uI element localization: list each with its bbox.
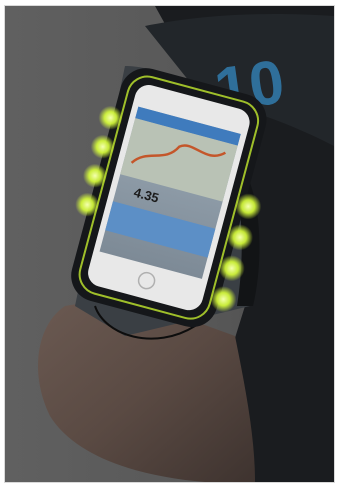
armband-photo-illustration: 10 4.35: [5, 6, 334, 482]
product-photo: 10 4.35: [4, 5, 335, 483]
